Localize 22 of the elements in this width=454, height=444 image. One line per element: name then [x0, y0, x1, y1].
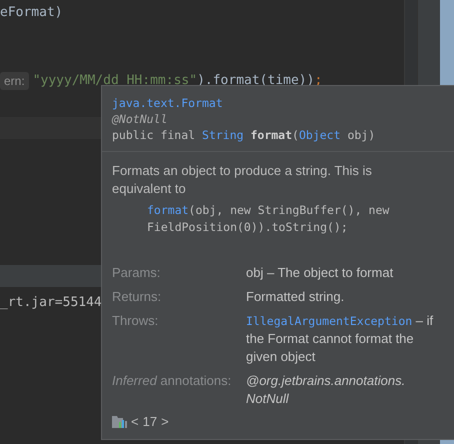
exception-link[interactable]: IllegalArgumentException	[246, 314, 412, 328]
section-value: obj – The object to format	[246, 264, 394, 282]
code-sample: format(obj, new StringBuffer(), new	[147, 202, 390, 219]
parameter-hint: ern:	[0, 72, 29, 90]
section-value: @org.jetbrains.annotations. NotNull	[246, 372, 406, 408]
section-label: Params:	[112, 264, 162, 282]
section-label: Throws:	[112, 312, 160, 330]
console-line: _rt.jar=55144	[0, 295, 102, 310]
section-value: Formatted string.	[246, 288, 346, 306]
section-label: Returns:	[112, 288, 162, 306]
description: Formats an object to produce a string. This is equivalent to	[112, 162, 372, 198]
class-link[interactable]: java.text.Format	[112, 96, 444, 111]
code-line: eFormat)	[0, 4, 64, 22]
annotation: @NotNull	[112, 112, 168, 127]
previous-button[interactable]: <	[131, 414, 139, 429]
code-sample: FieldPosition(0)).toString();	[147, 219, 349, 236]
method-signature: public final String format(Object obj)	[112, 128, 376, 143]
section-value: IllegalArgumentException – if the Format cannot format the given object	[246, 312, 434, 366]
next-button[interactable]: >	[161, 414, 169, 429]
library-icon	[112, 416, 127, 428]
page-count: 17	[142, 414, 158, 429]
section-label: Inferred annotations:	[112, 372, 232, 390]
